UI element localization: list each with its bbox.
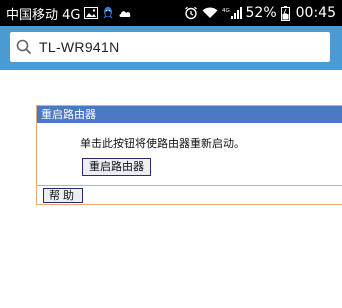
carrier-label: 中国移动 4G xyxy=(6,7,81,23)
battery-icon xyxy=(280,5,290,21)
status-bar-right: 4G 52% 00:45 xyxy=(184,5,336,21)
qq-icon xyxy=(102,6,114,20)
alarm-icon xyxy=(184,6,198,20)
browser-toolbar: TL-WR941N xyxy=(0,26,342,70)
signal-label: 4G xyxy=(222,8,230,14)
battery-percent: 52% xyxy=(245,5,277,21)
panel-body: 单击此按钮将使路由器重新启动。 重启路由器 xyxy=(37,123,342,187)
page-content: 重启路由器 单击此按钮将使路由器重新启动。 重启路由器 帮助 xyxy=(0,70,342,308)
panel-title: 重启路由器 xyxy=(37,106,342,123)
status-bar: 中国移动 4G 4G 52% 00:45 xyxy=(0,0,342,26)
image-icon xyxy=(84,7,99,19)
wifi-icon xyxy=(202,7,218,19)
address-text[interactable]: TL-WR941N xyxy=(39,39,120,55)
clock-time: 00:45 xyxy=(295,5,336,21)
address-bar[interactable]: TL-WR941N xyxy=(10,32,330,62)
help-button[interactable]: 帮助 xyxy=(43,188,83,203)
status-bar-left: 中国移动 4G xyxy=(6,4,132,23)
search-icon xyxy=(16,39,32,55)
reboot-message: 单击此按钮将使路由器重新启动。 xyxy=(80,137,245,150)
reboot-router-button[interactable]: 重启路由器 xyxy=(82,158,151,176)
cell-signal-icon: 4G xyxy=(222,6,242,20)
reboot-panel: 重启路由器 单击此按钮将使路由器重新启动。 重启路由器 帮助 xyxy=(36,105,342,205)
panel-footer: 帮助 xyxy=(37,185,342,204)
cloud-icon xyxy=(118,8,132,18)
